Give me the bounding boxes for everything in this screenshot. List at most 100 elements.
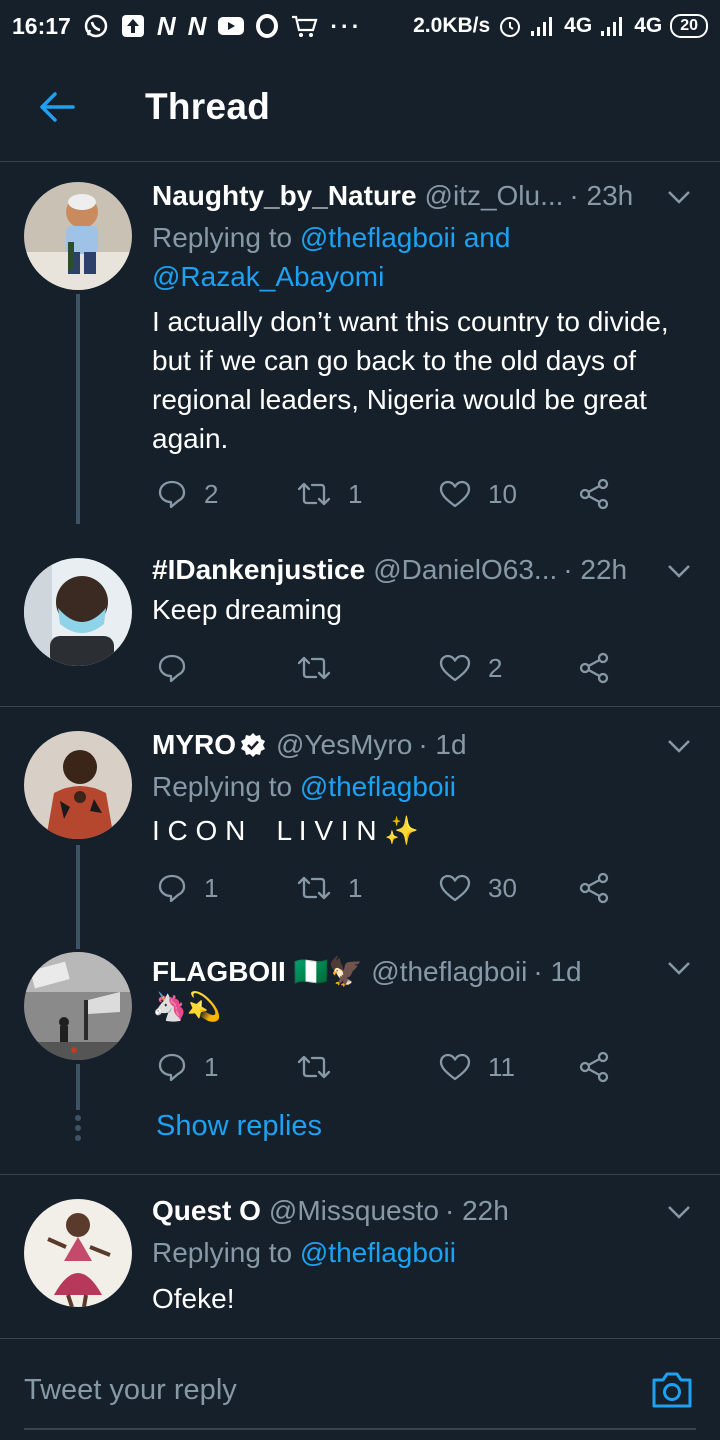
display-name[interactable]: MYRO xyxy=(152,729,236,761)
timestamp: · 23h xyxy=(569,180,634,211)
username[interactable]: @YesMyro xyxy=(276,729,412,761)
status-bar: 16:17 N N ··· 2.0KB/s 4G 4G 20 xyxy=(0,0,720,52)
timestamp: · 22h xyxy=(444,1195,509,1226)
reply-button[interactable]: 1 xyxy=(156,1047,218,1087)
avatar[interactable] xyxy=(24,952,132,1060)
reply-button[interactable]: 2 xyxy=(156,474,218,514)
tweet[interactable]: FLAGBOII 🇳🇬🦅 @theflagboii · 1d 🦄💫 1 11 xyxy=(0,935,720,1175)
chevron-down-icon[interactable] xyxy=(666,184,692,210)
upload-icon xyxy=(121,14,145,38)
verified-badge-icon xyxy=(241,733,265,757)
share-button[interactable] xyxy=(578,648,610,688)
retweet-button[interactable] xyxy=(296,648,332,688)
tweet[interactable]: #IDankenjustice @DanielO63... · 22h Keep… xyxy=(0,540,720,706)
retweet-button[interactable]: 1 xyxy=(296,868,362,908)
news-app-icon: N xyxy=(156,10,176,41)
like-count: 10 xyxy=(488,478,517,509)
username[interactable]: @DanielO63... xyxy=(373,554,557,586)
reply-count: 2 xyxy=(204,478,219,509)
share-icon xyxy=(579,1051,609,1083)
reply-icon xyxy=(158,480,186,509)
news-app-icon-2: N xyxy=(187,10,207,41)
retweet-count: 1 xyxy=(348,872,363,903)
avatar[interactable] xyxy=(24,182,132,290)
display-name[interactable]: Naughty_by_Nature xyxy=(152,180,417,212)
avatar[interactable] xyxy=(24,1199,132,1307)
display-name[interactable]: #IDankenjustice xyxy=(152,554,365,586)
display-name[interactable]: FLAGBOII 🇳🇬🦅 xyxy=(152,955,363,988)
heart-icon xyxy=(439,1053,471,1081)
like-count: 30 xyxy=(488,872,517,903)
battery-indicator: 20 xyxy=(670,14,708,38)
arrow-left-icon xyxy=(40,92,75,122)
opera-icon xyxy=(256,14,279,38)
retweet-button[interactable] xyxy=(296,1047,332,1087)
like-count: 2 xyxy=(488,652,503,683)
signal-icon xyxy=(530,15,556,37)
whatsapp-icon xyxy=(83,13,109,39)
show-replies-link[interactable]: Show replies xyxy=(156,1110,322,1143)
tweet[interactable]: Naughty_by_Nature @itz_Olu... · 23h Repl… xyxy=(0,162,720,540)
replying-to: Replying to @theflagboii xyxy=(152,767,680,806)
camera-button[interactable] xyxy=(650,1368,694,1412)
retweet-button[interactable]: 1 xyxy=(296,474,362,514)
username[interactable]: @itz_Olu... xyxy=(425,180,564,212)
reply-icon xyxy=(158,1053,186,1082)
reply-button[interactable] xyxy=(156,648,188,688)
share-button[interactable] xyxy=(578,868,610,908)
reply-icon xyxy=(158,654,186,683)
retweet-icon xyxy=(297,656,331,680)
avatar[interactable] xyxy=(24,558,132,666)
tweet-text: Keep dreaming xyxy=(152,594,342,625)
replying-to-label: Replying to xyxy=(152,771,300,802)
tweet[interactable]: MYRO @YesMyro · 1d Replying to @theflagb… xyxy=(0,707,720,949)
tweet-text: I actually don’t want this country to di… xyxy=(152,306,669,454)
thread-connector xyxy=(76,845,80,949)
thread-header: Thread xyxy=(0,52,720,162)
tweet-actions: 2 xyxy=(152,648,632,688)
avatar[interactable] xyxy=(24,731,132,839)
chevron-down-icon[interactable] xyxy=(666,1199,692,1225)
like-button[interactable]: 30 xyxy=(438,868,517,908)
heart-icon xyxy=(439,480,471,508)
replying-to-label: Replying to xyxy=(152,222,300,253)
timestamp: · 1d xyxy=(418,729,467,760)
tweet-actions: 2 1 10 xyxy=(152,474,632,514)
timestamp: · 1d xyxy=(533,956,582,987)
more-notifications-icon: ··· xyxy=(330,12,363,39)
replying-to-label: Replying to xyxy=(152,1237,300,1268)
display-name[interactable]: Quest O xyxy=(152,1195,261,1227)
username[interactable]: @Missquesto xyxy=(269,1195,439,1227)
thread-connector xyxy=(76,1064,80,1110)
mention-link[interactable]: @theflagboii xyxy=(300,1237,456,1268)
heart-icon xyxy=(439,654,471,682)
back-button[interactable] xyxy=(36,86,78,128)
mention-link[interactable]: @theflagboii xyxy=(300,771,456,802)
shopping-cart-icon xyxy=(290,13,318,39)
input-underline xyxy=(24,1428,696,1430)
share-button[interactable] xyxy=(578,474,610,514)
share-icon xyxy=(579,872,609,904)
chevron-down-icon[interactable] xyxy=(666,955,692,981)
network-type-1: 4G xyxy=(564,14,593,37)
tweet-text: I C O N L I V I N ✨ xyxy=(152,815,420,846)
like-button[interactable]: 10 xyxy=(438,474,517,514)
retweet-icon xyxy=(297,876,331,900)
youtube-icon xyxy=(218,16,245,36)
retweet-icon xyxy=(297,1055,331,1079)
chevron-down-icon[interactable] xyxy=(666,733,692,759)
share-icon xyxy=(579,478,609,510)
tweet[interactable]: Quest O @Missquesto · 22h Replying to @t… xyxy=(0,1175,720,1337)
heart-icon xyxy=(439,874,471,902)
share-button[interactable] xyxy=(578,1047,610,1087)
tweet-text: Ofeke! xyxy=(152,1283,235,1314)
like-button[interactable]: 11 xyxy=(438,1047,515,1087)
username[interactable]: @theflagboii xyxy=(371,956,527,988)
tweet-reply-input[interactable] xyxy=(24,1360,624,1420)
tweet-actions: 1 1 30 xyxy=(152,868,632,908)
like-button[interactable]: 2 xyxy=(438,648,502,688)
chevron-down-icon[interactable] xyxy=(666,558,692,584)
retweet-count: 1 xyxy=(348,478,363,509)
status-time: 16:17 xyxy=(12,12,71,39)
reply-button[interactable]: 1 xyxy=(156,868,218,908)
